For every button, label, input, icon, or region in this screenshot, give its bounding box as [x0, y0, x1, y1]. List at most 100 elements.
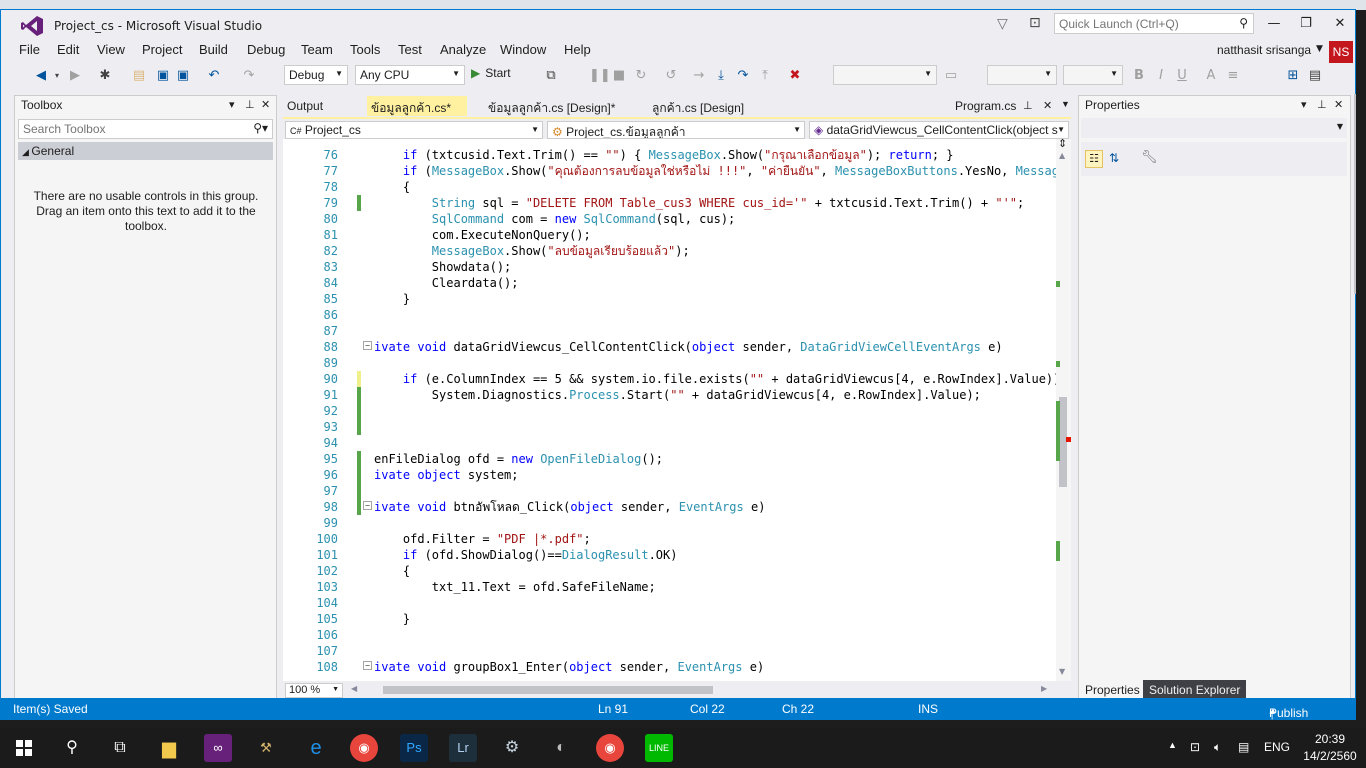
scroll-thumb[interactable]	[1059, 397, 1067, 487]
scroll-up-icon[interactable]: ▲	[1059, 151, 1065, 160]
pin-icon[interactable]: ⊥	[1019, 96, 1037, 116]
feedback-icon[interactable]: ⊡	[1029, 15, 1041, 31]
save-all-icon[interactable]: ▣	[175, 68, 191, 84]
menu-analyze[interactable]: Analyze	[440, 42, 486, 57]
toolbox-group-general[interactable]: ◢ General	[18, 142, 273, 160]
pin-icon[interactable]: ⊥	[245, 98, 255, 111]
menu-view[interactable]: View	[97, 42, 125, 57]
zoom-select[interactable]: 100 % ▼	[285, 683, 343, 698]
properties-title: Properties	[1085, 98, 1140, 112]
class-select[interactable]: ⚙ Project_cs.ข้อมูลลูกค้า ▼	[547, 121, 805, 139]
chevron-down-icon[interactable]: ▾	[229, 98, 235, 111]
chevron-down-icon[interactable]: ▾	[49, 68, 65, 84]
collapse-icon[interactable]: −	[363, 341, 372, 350]
categorized-icon[interactable]: ☷	[1085, 150, 1103, 168]
chevron-up-icon[interactable]: ▲	[1168, 740, 1177, 750]
tab-design-customer-info[interactable]: ข้อมูลลูกค้า.cs [Design]*	[484, 96, 619, 116]
solution-configuration-select[interactable]: Debug ▼	[284, 65, 348, 85]
close-icon[interactable]: ✕	[261, 98, 270, 111]
collapse-icon[interactable]: −	[363, 501, 372, 510]
signed-in-user[interactable]: natthasit srisanga	[1217, 43, 1311, 57]
tab-solution-explorer[interactable]: Solution Explorer	[1143, 680, 1247, 700]
app-icon[interactable]: ◐	[547, 734, 575, 762]
property-pages-icon[interactable]: 🔧︎	[1141, 150, 1158, 165]
quick-launch-input[interactable]	[1055, 14, 1225, 33]
menu-file[interactable]: File	[19, 42, 40, 57]
open-file-icon[interactable]: ▤	[131, 68, 147, 84]
close-icon[interactable]: ✕	[1039, 96, 1056, 116]
properties-object-select[interactable]: ▼	[1081, 118, 1347, 138]
tools-app-icon[interactable]: ⚒	[252, 734, 280, 762]
tab-design-customer[interactable]: ลูกค้า.cs [Design]	[648, 96, 748, 116]
tab-order-icon[interactable]: ⊞	[1285, 68, 1301, 84]
windows-start-icon[interactable]	[10, 734, 38, 762]
undo-icon[interactable]: ↶	[206, 68, 222, 84]
avatar[interactable]: NS	[1329, 41, 1353, 63]
chevron-down-icon[interactable]: ▼	[1316, 44, 1323, 54]
pin-icon[interactable]: ⊥	[1317, 98, 1327, 111]
scroll-down-icon[interactable]: ▼	[1059, 667, 1065, 676]
toolbox-search[interactable]: ⚲▾	[18, 119, 273, 139]
search-icon[interactable]: ⚲	[58, 734, 86, 762]
horizontal-scroll-thumb[interactable]	[383, 686, 713, 694]
menu-team[interactable]: Team	[301, 42, 333, 57]
member-select[interactable]: ◈ dataGridViewcus_CellContentClick(objec…	[809, 121, 1069, 139]
menu-help[interactable]: Help	[564, 42, 591, 57]
menu-build[interactable]: Build	[199, 42, 228, 57]
split-icon[interactable]: ⇕	[1058, 137, 1067, 150]
tab-properties[interactable]: Properties	[1079, 680, 1146, 700]
menu-tools[interactable]: Tools	[350, 42, 380, 57]
minimize-button[interactable]: —	[1259, 14, 1289, 34]
steam-icon[interactable]: ⚙	[498, 734, 526, 762]
solution-platform-select[interactable]: Any CPU ▼	[355, 65, 465, 85]
close-icon[interactable]: ✕	[1334, 98, 1343, 111]
menu-test[interactable]: Test	[398, 42, 422, 57]
chrome-icon[interactable]: ◉	[350, 734, 378, 762]
task-view-icon[interactable]: ⧉	[106, 734, 134, 762]
chevron-down-icon[interactable]: ▼	[1057, 96, 1074, 116]
chrome-icon[interactable]: ◉	[596, 734, 624, 762]
lightroom-icon[interactable]: Lr	[449, 734, 477, 762]
navigate-back-icon[interactable]: ◀	[33, 68, 49, 84]
step-over-icon[interactable]: ↷	[735, 68, 751, 84]
tab-output[interactable]: Output	[283, 96, 327, 116]
tab-program[interactable]: Program.cs	[951, 96, 1020, 116]
menu-edit[interactable]: Edit	[57, 42, 79, 57]
volume-icon[interactable]: 🔈︎	[1214, 740, 1221, 755]
chevron-down-icon[interactable]: ▾	[1301, 98, 1307, 111]
clock[interactable]: 20:39 14/2/2560	[1300, 731, 1360, 765]
save-icon[interactable]: ▣	[155, 68, 171, 84]
tab-active-code[interactable]: ข้อมูลลูกค้า.cs* ⊣	[367, 96, 467, 132]
project-select[interactable]: C# Project_cs ▼	[285, 121, 543, 139]
quick-launch[interactable]: ⚲	[1054, 13, 1254, 34]
action-center-icon[interactable]: ▤	[1238, 740, 1249, 754]
maximize-button[interactable]: ❐	[1291, 14, 1321, 34]
attach-icon[interactable]: ⧉	[543, 68, 559, 84]
edge-icon[interactable]: e	[302, 734, 330, 762]
close-button[interactable]: ✕	[1325, 14, 1355, 34]
toolbox-search-input[interactable]	[19, 120, 239, 138]
menu-debug[interactable]: Debug	[247, 42, 285, 57]
file-explorer-icon[interactable]: ▆	[155, 734, 183, 762]
step-into-icon[interactable]: ⤓	[713, 68, 729, 84]
breakpoint-icon[interactable]: ✖	[787, 68, 803, 84]
line-app-icon[interactable]: LINE	[645, 734, 673, 762]
network-icon[interactable]: ⊡	[1190, 740, 1200, 754]
navigate-forward-icon[interactable]: ▶	[67, 68, 83, 84]
code-editor[interactable]: 76 if (txtcusid.Text.Trim() == "") { Mes…	[283, 139, 1056, 681]
new-project-icon[interactable]: ✱	[97, 68, 113, 84]
layout-toolbar-icon[interactable]: ▤	[1307, 68, 1323, 84]
alphabetical-icon[interactable]: ⇅	[1109, 151, 1119, 165]
photoshop-icon[interactable]: Ps	[400, 734, 428, 762]
input-language[interactable]: ENG	[1264, 740, 1290, 754]
notifications-filter-icon[interactable]: ▽	[997, 16, 1011, 32]
redo-icon[interactable]: ↷	[241, 68, 257, 84]
visual-studio-taskbar-icon[interactable]: ∞	[204, 734, 232, 762]
menu-project[interactable]: Project	[142, 42, 182, 57]
menu-window[interactable]: Window	[500, 42, 546, 57]
scroll-left-icon[interactable]: ◀	[351, 684, 357, 693]
vertical-scrollbar[interactable]: ⇕ ▲ ▼	[1056, 137, 1071, 681]
scroll-right-icon[interactable]: ▶	[1041, 684, 1047, 693]
start-button[interactable]: ▶ Start	[471, 66, 511, 80]
collapse-icon[interactable]: −	[363, 661, 372, 670]
